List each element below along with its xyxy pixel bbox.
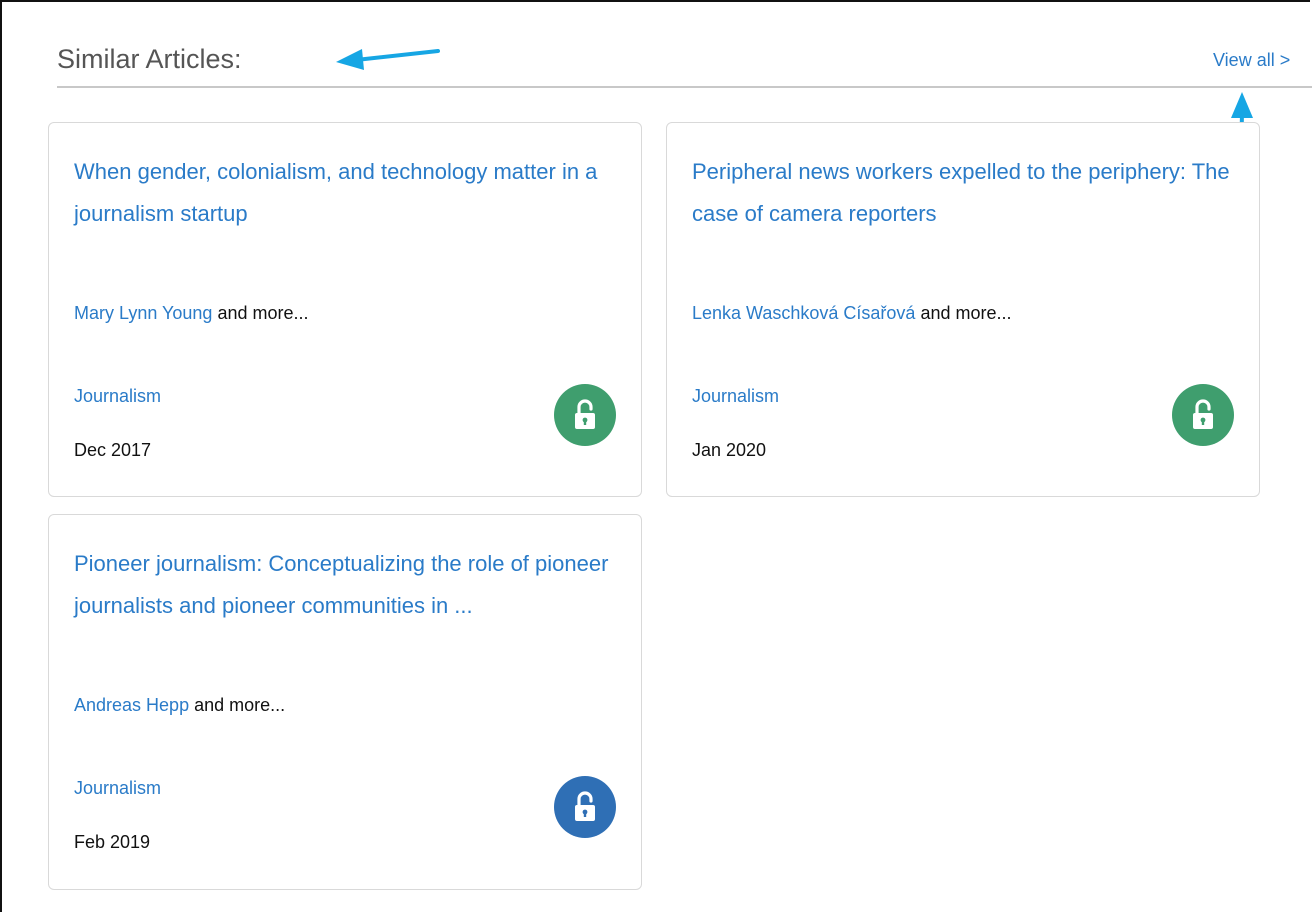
open-access-badge [554,384,616,446]
header-divider [57,86,1312,88]
author-link[interactable]: Mary Lynn Young [74,303,212,323]
journal-link[interactable]: Journalism [74,776,161,800]
section-title: Similar Articles: [57,44,242,74]
author-link[interactable]: Andreas Hepp [74,695,189,715]
article-title-link[interactable]: When gender, colonialism, and technology… [74,151,619,235]
author-suffix: and more... [915,303,1012,323]
article-card: Pioneer journalism: Conceptualizing the … [48,514,642,890]
open-access-badge [554,776,616,838]
publication-date: Feb 2019 [74,832,151,852]
open-access-badge [1172,384,1234,446]
article-authors: Lenka Waschková Císařová and more... [692,301,1011,325]
publication-date: Jan 2020 [692,440,767,460]
author-suffix: and more... [189,695,286,715]
journal-link[interactable]: Journalism [692,384,779,408]
journal-link[interactable]: Journalism [74,384,161,408]
article-card: Peripheral news workers expelled to the … [666,122,1260,497]
article-title-link[interactable]: Pioneer journalism: Conceptualizing the … [74,543,619,627]
article-title-link[interactable]: Peripheral news workers expelled to the … [692,151,1237,235]
unlock-icon [575,399,595,429]
view-all-link[interactable]: View all > [1213,48,1290,72]
author-link[interactable]: Lenka Waschková Císařová [692,303,915,323]
author-suffix: and more... [212,303,309,323]
article-authors: Andreas Hepp and more... [74,693,285,717]
article-authors: Mary Lynn Young and more... [74,301,308,325]
publication-date: Dec 2017 [74,440,152,460]
article-card: When gender, colonialism, and technology… [48,122,642,497]
unlock-icon [1193,399,1213,429]
unlock-icon [575,791,595,821]
